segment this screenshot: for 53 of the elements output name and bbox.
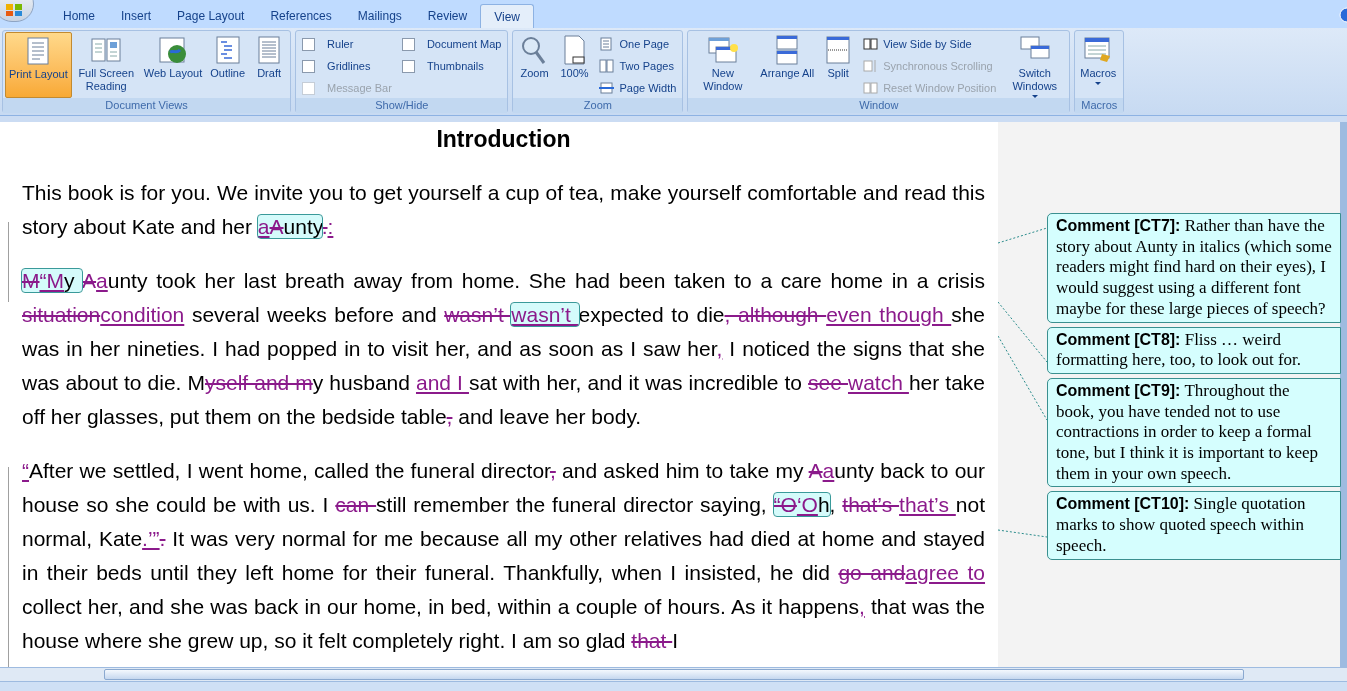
view-button[interactable]: Print Layout xyxy=(5,32,72,98)
document-heading: Introduction xyxy=(435,125,572,154)
vertical-scrollbar[interactable] xyxy=(1340,122,1347,667)
leader-line xyxy=(998,529,1048,538)
office-logo-icon xyxy=(5,3,23,17)
comment-text: Comment [CT8]: Fliss … weird formatting here, too, to look out for. xyxy=(1056,329,1303,371)
ribbon-tab[interactable]: View xyxy=(480,4,534,28)
view-button[interactable]: Full Screen Reading xyxy=(73,32,139,98)
view-button[interactable]: Outline xyxy=(207,32,249,98)
view-button[interactable]: Split xyxy=(819,32,858,98)
view-button[interactable]: Zoom xyxy=(515,32,554,98)
leader-line xyxy=(998,301,1048,363)
ribbon-button[interactable]: Page Width xyxy=(599,78,677,98)
ribbon-button[interactable]: View Side by Side xyxy=(863,34,997,54)
scrollbar-thumb[interactable] xyxy=(104,669,1244,680)
ribbon-tab[interactable]: References xyxy=(257,4,345,28)
paragraph: M“My Aaunty took her last breath away from home. She had been taken to a care home in a crisis situationcondition several weeks before and wasn’t wasn’t expected to die, although even though she was in her nineties. I had popped in to visit her, and as soon as I saw her, I noticed the signs that she was about to die. Myself and my husband and I sat with her, and it was incredible to see watch her take off her glasses, put them on the bedside table, and leave her body. xyxy=(22,268,985,430)
group-label: Zoom xyxy=(513,98,683,113)
group-label: Macros xyxy=(1075,98,1124,113)
view-button[interactable]: Macros xyxy=(1077,32,1120,98)
group-label: Document Views xyxy=(3,98,291,113)
ribbon-tab[interactable]: Review xyxy=(414,4,481,28)
checkbox[interactable]: Ruler xyxy=(302,34,392,54)
two-pages-icon xyxy=(599,59,616,73)
globe-page-icon xyxy=(156,34,189,66)
help-icon[interactable] xyxy=(1337,7,1347,23)
leader-line xyxy=(998,227,1048,244)
paragraph: This book is for you. We invite you to get yourself a cup of tea, make yourself comfortable and read this story about Kate and her aAunty.: xyxy=(22,180,985,240)
comment-text: Comment [CT10]: Single quotation marks to show quoted speech within speech. xyxy=(1056,494,1307,557)
ribbon-tab[interactable]: Page Layout xyxy=(164,4,258,28)
horizontal-scrollbar[interactable] xyxy=(0,667,1347,682)
view-button[interactable]: 100% xyxy=(555,32,594,98)
ribbon-button[interactable]: One Page xyxy=(599,34,677,54)
checkbox[interactable]: Document Map xyxy=(401,34,502,54)
view-button[interactable]: Draft xyxy=(250,32,289,98)
group-label: Window xyxy=(688,98,1070,113)
view-button[interactable]: Web Layout xyxy=(140,32,206,98)
checkbox[interactable]: Gridlines xyxy=(302,56,392,76)
paragraph: “After we settled, I went home, called the funeral director, and asked him to take my Aaunty back to our house so she could be with us. I can still remember the funeral director saying, “O‘Oh, that’s that’s not normal, Kate.’”. It was very normal for me because all my other relatives had died at home and stayed in their beds until they left home for their funeral. Thankfully, when I insisted, he did go andagree to collect her, and she was back in our home, in bed, within a couple of hours. As it happens, that was the house where she grew up, so it felt completely right. I am so glad that I xyxy=(22,458,985,654)
page-width-icon xyxy=(599,81,616,95)
ribbon-tab[interactable]: Mailings xyxy=(344,4,415,28)
checkbox[interactable]: Thumbnails xyxy=(401,56,502,76)
view-button[interactable]: Arrange All xyxy=(757,32,818,98)
comment-text: Comment [CT7]: Rather than have the story about Aunty in italics (which some readers might find hard on their eyes), I would suggest using a different font maybe for these large pieces of speech? xyxy=(1056,216,1332,320)
side-by-side-icon xyxy=(863,37,880,51)
ribbon-tab[interactable]: Insert xyxy=(108,4,165,28)
view-button[interactable]: New Window xyxy=(690,32,756,98)
windows-icon xyxy=(706,34,739,66)
ribbon-tab[interactable]: Home xyxy=(50,4,108,28)
ribbon-button[interactable]: Two Pages xyxy=(599,56,677,76)
two-pages-icon xyxy=(863,81,880,95)
group-label: Show/Hide xyxy=(296,98,508,113)
comment-text: Comment [CT9]: Throughout the book, you have tended not to use contractions in order to keep a formal tone, but I think it is important to keep them in your own speech. xyxy=(1056,380,1320,485)
